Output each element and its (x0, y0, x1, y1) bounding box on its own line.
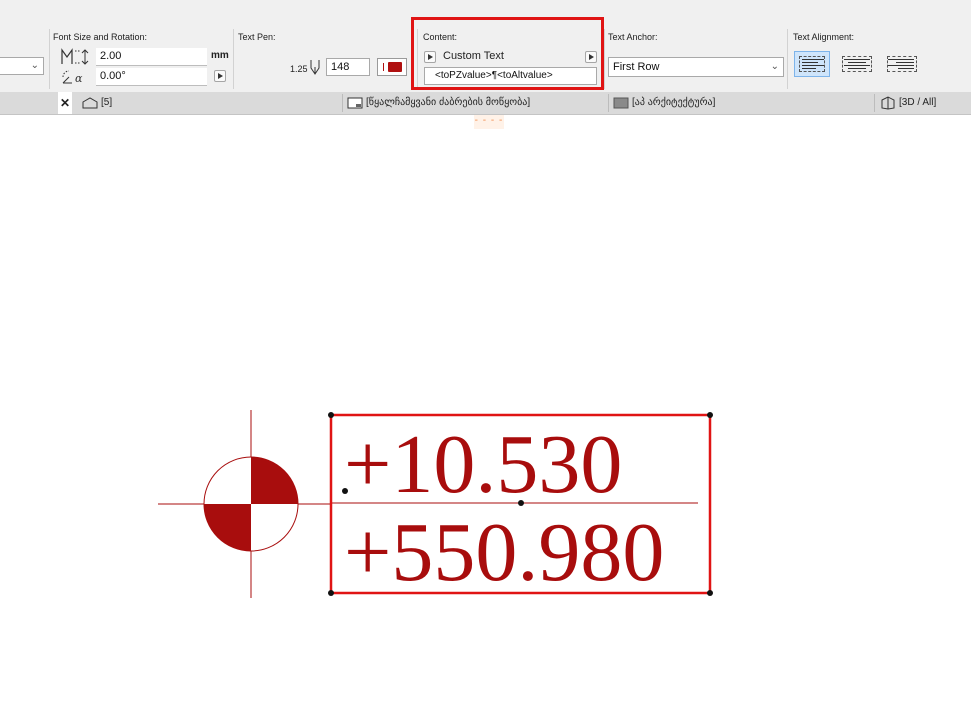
elevation-value-bottom: +550.980 (344, 506, 664, 599)
elevation-label[interactable]: +10.530 +550.980 (328, 412, 713, 599)
marker-quadrant-bottom-left (204, 504, 251, 551)
selection-node[interactable] (707, 590, 713, 596)
marker-quadrant-top-right (251, 457, 298, 504)
anchor-node[interactable] (342, 488, 348, 494)
elevation-marker[interactable] (158, 410, 330, 598)
selection-node[interactable] (328, 590, 334, 596)
selection-node[interactable] (518, 500, 524, 506)
drawing-canvas[interactable]: +10.530 +550.980 (0, 0, 971, 708)
elevation-value-top: +10.530 (344, 418, 622, 511)
selection-node[interactable] (328, 412, 334, 418)
selection-node[interactable] (707, 412, 713, 418)
